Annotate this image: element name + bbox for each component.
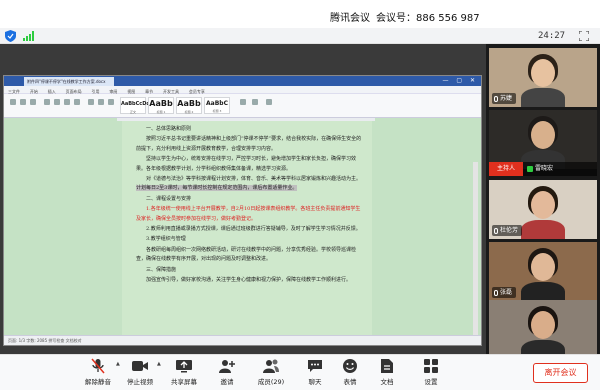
document-ribbon: AaBbCcDd 正文 AaBb 标题 1 AaBb 标题 2 AaBbC 标题 3 (4, 94, 481, 118)
host-name-tag: 雷晓宏 (523, 162, 597, 176)
documents-label: 文档 (380, 378, 394, 386)
invite-button[interactable]: 邀请 (207, 358, 247, 390)
participant-name-tag: 张磊 (492, 287, 517, 298)
mic-muted-icon (91, 358, 105, 374)
document-window: 附件四"停课不停学"在线教学工作方案.docx — ▢ ✕ 三文件 开始 插入 … (3, 75, 482, 346)
stop-video-label: 停止视频 (127, 378, 153, 386)
shield-icon[interactable] (5, 30, 16, 42)
indent-icon[interactable] (98, 99, 104, 105)
chat-label: 聊天 (308, 378, 322, 386)
find-icon[interactable] (240, 99, 246, 105)
participant-list: 苏婕杜伦芳张磊 主持人 雷晓宏 (486, 44, 600, 359)
underline-icon[interactable] (74, 99, 80, 105)
share-screen-label: 共享屏幕 (171, 378, 197, 386)
participant-name-tag: 杜伦芳 (492, 225, 523, 236)
shared-screen: 附件四"停课不停学"在线教学工作方案.docx — ▢ ✕ 三文件 开始 插入 … (0, 44, 486, 354)
camera-icon (132, 361, 148, 371)
members-label: 成员(29) (257, 378, 285, 386)
style-heading-2[interactable]: AaBb 标题 2 (176, 97, 202, 114)
style-heading-1[interactable]: AaBb 标题 1 (148, 97, 174, 114)
participant-face (531, 191, 555, 219)
participant-face (531, 311, 555, 339)
vertical-scrollbar[interactable] (473, 162, 478, 337)
participant-video-tile[interactable]: 苏婕 (489, 48, 597, 107)
document-menu: 三文件 开始 插入 页面布局 引用 审阅 视图 章节 开发工具 会员专享 (4, 86, 481, 94)
chat-button[interactable]: 聊天 (295, 358, 335, 390)
documents-button[interactable]: 文档 (367, 358, 407, 390)
share-screen-button[interactable]: 共享屏幕 (164, 358, 204, 390)
document-status-bar: 页面: 1/3 字数: 2085 拼写检查 文档校对 (4, 335, 481, 345)
host-indicator: 主持人 雷晓宏 (489, 162, 597, 176)
video-options-chevron-icon[interactable]: ▲ (157, 361, 161, 367)
reactions-label: 表情 (343, 378, 357, 386)
meeting-info: 腾讯会议 会议号：886 556 987 (330, 9, 480, 24)
reactions-button[interactable]: 表情 (330, 358, 370, 390)
participant-video-tile[interactable] (489, 110, 597, 169)
italic-icon[interactable] (64, 99, 70, 105)
unmute-label: 解除静音 (85, 378, 111, 386)
settings-icon (424, 359, 438, 373)
document-tab-bar: 附件四"停课不停学"在线教学工作方案.docx — ▢ ✕ (4, 76, 481, 86)
window-controls[interactable]: — ▢ ✕ (442, 77, 478, 84)
participant-body (521, 282, 565, 301)
participant-face (531, 59, 555, 87)
style-normal[interactable]: AaBbCcDd 正文 (120, 97, 150, 114)
participant-name: 杜伦芳 (500, 227, 519, 234)
share-screen-icon (176, 360, 192, 373)
participant-name: 张磊 (500, 289, 513, 296)
unmute-button[interactable]: 解除静音 (78, 358, 118, 390)
participant-video-tile[interactable] (489, 300, 597, 359)
cut-icon[interactable] (20, 99, 26, 105)
align-icon[interactable] (108, 99, 114, 105)
app-name: 腾讯会议 (330, 13, 370, 24)
fullscreen-icon[interactable] (579, 31, 589, 41)
audio-active-icon (527, 165, 533, 172)
meeting-timer: 24:27 (538, 31, 566, 41)
participant-name-tag: 苏婕 (492, 93, 517, 104)
participant-face (531, 121, 555, 149)
document-tab[interactable]: 附件四"停课不停学"在线教学工作方案.docx (24, 77, 114, 86)
font-icon[interactable] (44, 99, 50, 105)
mic-icon (494, 289, 498, 296)
document-body: 一、总体思路和原则 按照习近平总书记重要讲话精神和上级部门“停课不停学”要求，结… (4, 118, 481, 337)
participant-name: 苏婕 (500, 95, 513, 102)
participant-video-tile[interactable]: 杜伦芳 (489, 180, 597, 239)
invite-label: 邀请 (220, 378, 234, 386)
document-icon (381, 359, 393, 373)
participant-body (521, 88, 565, 107)
select-icon[interactable] (252, 99, 258, 105)
stop-video-button[interactable]: 停止视频 (120, 358, 160, 390)
style-heading-3[interactable]: AaBbC 标题 3 (204, 97, 230, 114)
participant-body (521, 220, 565, 239)
meeting-id: 886 556 987 (416, 13, 480, 24)
copy-icon[interactable] (30, 99, 36, 105)
status-bar: 24:27 (0, 28, 600, 44)
host-name: 雷晓宏 (535, 165, 554, 172)
settings-label: 设置 (424, 378, 438, 386)
meeting-toolbar: 解除静音 ▲ 停止视频 ▲ 共享屏幕 邀请 成员(29) 聊天 表情 文档 设置… (0, 354, 600, 390)
document-page[interactable]: 一、总体思路和原则 按照习近平总书记重要讲话精神和上级部门“停课不停学”要求，结… (122, 121, 372, 337)
signal-icon[interactable] (23, 31, 34, 41)
participant-video-tile[interactable]: 张磊 (489, 242, 597, 301)
settings-button[interactable]: 设置 (411, 358, 451, 390)
invite-icon (219, 360, 235, 373)
mic-icon (494, 227, 498, 234)
title-bar: 腾讯会议 会议号：886 556 987 (0, 0, 600, 28)
emoji-icon (343, 359, 357, 373)
bold-icon[interactable] (54, 99, 60, 105)
chat-icon (308, 360, 322, 372)
leave-meeting-button[interactable]: 离开会议 (533, 363, 588, 383)
format-painter-icon[interactable] (266, 99, 272, 105)
paste-icon[interactable] (10, 99, 16, 105)
mic-icon (494, 95, 498, 102)
list-icon[interactable] (88, 99, 94, 105)
meeting-id-label: 会议号： (376, 13, 416, 24)
participant-face (531, 253, 555, 281)
members-icon (263, 359, 279, 373)
host-badge: 主持人 (489, 162, 523, 176)
members-button[interactable]: 成员(29) (251, 358, 291, 390)
